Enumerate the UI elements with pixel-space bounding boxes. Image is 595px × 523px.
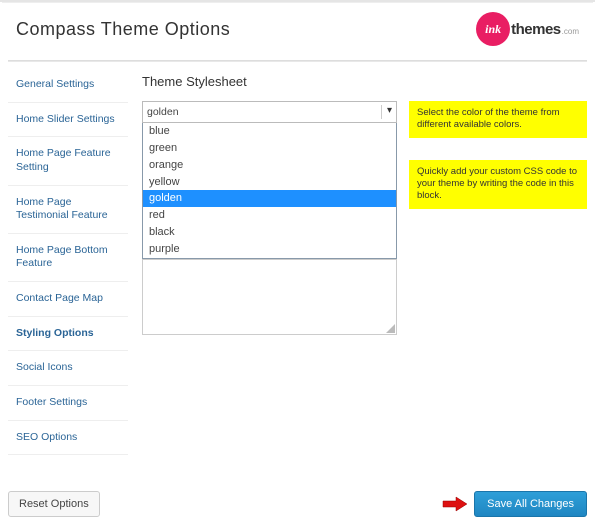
color-option-red[interactable]: red [143,207,396,224]
main-panel: Theme Stylesheet golden blue green orang… [128,68,587,455]
sidebar-item-home-page-bottom-feature[interactable]: Home Page Bottom Feature [8,234,128,282]
color-option-green[interactable]: green [143,140,396,157]
sidebar-item-general-settings[interactable]: General Settings [8,68,128,103]
section-title: Theme Stylesheet [142,74,587,89]
note-css-help: Quickly add your custom CSS code to your… [409,160,587,209]
color-option-orange[interactable]: orange [143,157,396,174]
sidebar-item-social-icons[interactable]: Social Icons [8,351,128,386]
theme-color-dropdown[interactable]: blue green orange yellow golden red blac… [142,123,397,259]
page-title: Compass Theme Options [16,19,230,40]
logo-suffix: .com [562,27,579,36]
sidebar-item-home-slider-settings[interactable]: Home Slider Settings [8,103,128,138]
sidebar-item-contact-page-map[interactable]: Contact Page Map [8,282,128,317]
resize-handle-icon[interactable] [385,323,395,333]
color-option-golden[interactable]: golden [143,190,396,207]
note-color-help: Select the color of the theme from diffe… [409,101,587,138]
theme-color-select-value: golden [147,106,179,118]
sidebar-item-home-page-testimonial-feature[interactable]: Home Page Testimonial Feature [8,186,128,234]
brand-logo: ink themes .com [476,12,579,46]
custom-css-textarea[interactable] [142,259,397,335]
color-option-yellow[interactable]: yellow [143,174,396,191]
theme-color-select[interactable]: golden [142,101,397,123]
header-divider [8,60,587,62]
arrow-right-icon [442,495,468,513]
save-button[interactable]: Save All Changes [474,491,587,517]
sidebar: General Settings Home Slider Settings Ho… [8,68,128,455]
sidebar-item-seo-options[interactable]: SEO Options [8,421,128,456]
sidebar-item-styling-options[interactable]: Styling Options [8,317,128,352]
footer: Reset Options Save All Changes [8,491,587,517]
sidebar-item-footer-settings[interactable]: Footer Settings [8,386,128,421]
logo-circle: ink [476,12,510,46]
logo-text: themes [511,21,561,38]
color-option-purple[interactable]: purple [143,241,396,258]
sidebar-item-home-page-feature-setting[interactable]: Home Page Feature Setting [8,137,128,185]
header: Compass Theme Options ink themes .com [0,0,595,60]
color-option-blue[interactable]: blue [143,123,396,140]
reset-button[interactable]: Reset Options [8,491,100,517]
color-option-black[interactable]: black [143,224,396,241]
